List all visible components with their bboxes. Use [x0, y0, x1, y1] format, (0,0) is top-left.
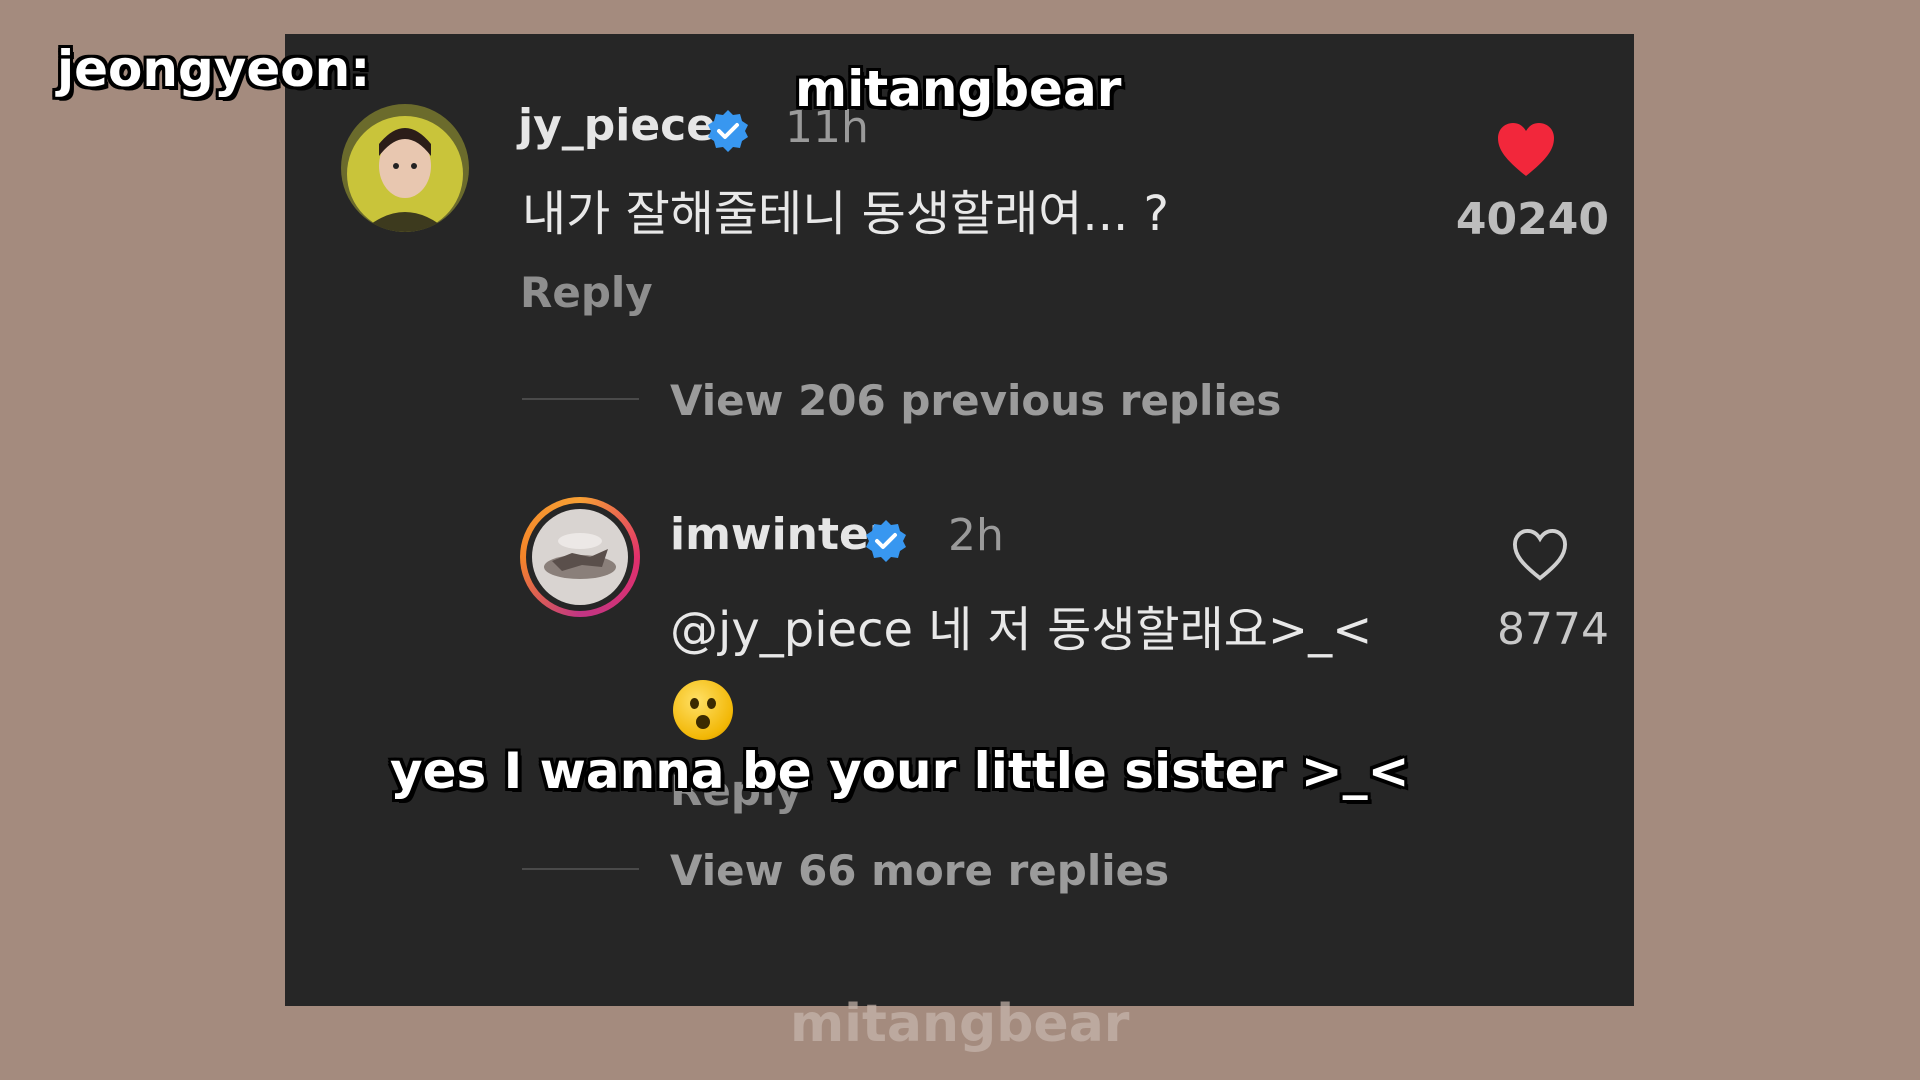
- heart-filled-icon[interactable]: [1496, 122, 1556, 178]
- comment-text: 내가 잘해줄테니 동생할래여... ?: [522, 186, 1169, 242]
- divider-line: [522, 868, 639, 870]
- comment-like-count: 40240: [1455, 194, 1609, 245]
- speaker-label: jeongyeon:: [57, 40, 371, 98]
- comment-reply-button[interactable]: Reply: [520, 268, 653, 317]
- verified-badge-icon: [866, 520, 906, 562]
- comments-panel: jy_piece 11h 내가 잘해줄테니 동생할래여... ? Reply 4…: [285, 34, 1634, 1006]
- view-more-replies-button[interactable]: View 66 more replies: [670, 846, 1169, 895]
- divider-line: [522, 398, 639, 400]
- view-previous-replies-button[interactable]: View 206 previous replies: [670, 376, 1281, 425]
- avatar-imwinter[interactable]: [520, 497, 640, 617]
- reply-time: 2h: [948, 510, 1004, 561]
- reply-text: @jy_piece 네 저 동생할래요>_<: [670, 602, 1373, 658]
- reply-like-count: 8774: [1497, 604, 1609, 655]
- watermark-top: mitangbear: [795, 60, 1122, 118]
- watermark-bottom: mitangbear: [790, 994, 1130, 1054]
- shocked-face-emoji-icon: [673, 680, 733, 740]
- avatar-jy-piece[interactable]: [341, 104, 469, 232]
- verified-badge-icon: [708, 110, 748, 152]
- comment-username[interactable]: jy_piece: [518, 100, 716, 151]
- subtitle-caption: yes I wanna be your little sister >_<: [390, 742, 1410, 800]
- reply-username[interactable]: imwinter: [670, 509, 891, 560]
- heart-outline-icon[interactable]: [1511, 528, 1569, 582]
- profile-photo-icon: [532, 509, 628, 605]
- profile-photo-icon: [341, 104, 469, 232]
